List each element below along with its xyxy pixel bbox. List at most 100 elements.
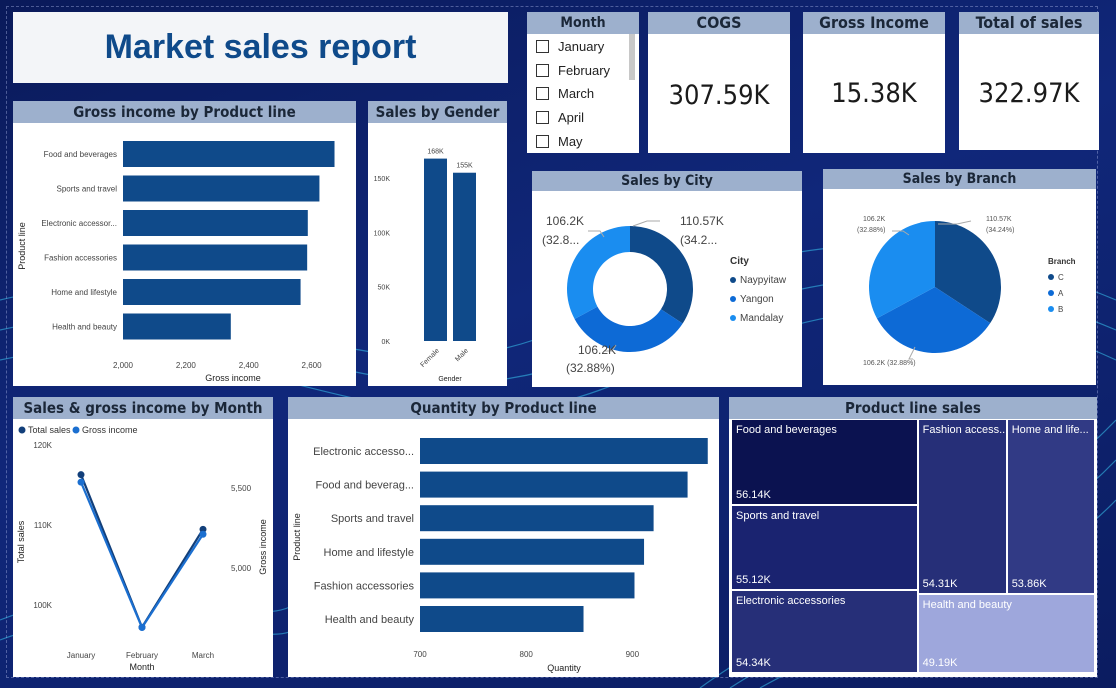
y-axis-label: Product line [17,222,27,270]
data-label: (34.24%) [986,227,1014,234]
data-label: (32.8... [542,233,579,247]
bar[interactable] [123,175,320,202]
series-line[interactable] [79,481,204,630]
month-option-april[interactable]: April [536,107,584,127]
treemap-cell[interactable]: Electronic accessories 54.34K [731,589,918,673]
sales-by-gender-bar-chart: 0K 50K 100K 150K 168K Female 155K Male Gender [374,149,476,383]
category-label: Food and beverag... [316,480,414,492]
legend-marker [730,277,736,283]
y2-axis-label: Gross income [258,519,268,575]
sales-gross-income-line-chart: Total sales Gross income 100K 110K 120K 5,000… [16,425,268,672]
legend-label: B [1058,305,1063,314]
data-label: 106.2K (32.88%) [863,360,916,367]
data-label: 106.2K [546,214,584,228]
sales-by-branch-pie-chart: 110.57K (34.24%) 106.2K (32.88%) 106.2K (32.… [857,216,1076,367]
treemap-category-label: Food and beverages [736,424,837,436]
checkbox-icon[interactable] [536,39,549,53]
data-point[interactable] [77,471,85,479]
y-tick-label: 110K [34,521,53,530]
month-option-label: March [558,85,595,101]
treemap-category-label: Electronic accessories [736,594,846,607]
category-label: Health and beauty [325,614,415,626]
month-slicer-scrollbar[interactable] [629,34,635,80]
bar[interactable] [420,471,688,498]
series-line[interactable] [79,474,204,630]
x-tick-label: 800 [520,650,534,659]
treemap-value-label: 56.14K [736,489,771,502]
month-slicer-title: Month [527,12,639,34]
legend-marker [1048,274,1054,280]
treemap-cell[interactable]: Sports and travel 55.12K [731,505,918,590]
sales-by-city-donut-chart: 110.57K (34.2... 106.2K (32.8... 106.2K (32.8… [542,214,787,375]
checkbox-icon[interactable] [536,86,549,100]
leader-line [632,220,660,227]
treemap-value-label: 54.34K [736,656,771,669]
treemap-cell[interactable]: Health and beauty 49.19K [917,593,1095,673]
bar[interactable] [420,438,708,464]
treemap-cell[interactable]: Fashion access... 54.31K [917,419,1007,594]
treemap-cell[interactable]: Food and beverages 56.14K [731,419,918,506]
y-tick-label: 50K [378,285,391,292]
category-label: Sports and travel [57,185,118,194]
bar[interactable] [453,172,476,341]
bar[interactable] [420,606,584,632]
month-option-january[interactable]: January [536,36,604,56]
kpi-title: Gross Income [803,12,945,34]
kpi-title: COGS [648,12,790,34]
legend-label: Naypyitaw [740,275,787,286]
bar[interactable] [420,572,635,599]
quantity-by-product-panel: Quantity by Product line Electronic acce… [288,397,719,677]
category-label: Male [454,347,470,363]
data-label: (32.88%) [857,227,885,234]
bar[interactable] [123,210,308,236]
month-option-february[interactable]: February [536,60,610,80]
gross-income-by-product-panel: Gross income by Product line Food and be… [13,101,356,386]
category-label: Home and lifestyle [324,547,415,559]
bar[interactable] [420,505,654,532]
x-tick-label: 700 [413,650,427,659]
legend-title: City [730,256,749,267]
treemap-category-label: Fashion access... [922,424,1006,436]
data-point[interactable] [199,530,207,538]
category-label: Health and beauty [52,323,117,332]
treemap-cell[interactable]: Home and life... 53.86K [1006,419,1095,594]
legend-marker [18,426,26,434]
category-label: Female [419,347,441,369]
category-label: Food and beverages [44,150,117,159]
checkbox-icon[interactable] [536,110,549,124]
data-label: 110.57K [986,216,1012,223]
data-point[interactable] [138,623,146,631]
bar[interactable] [424,158,447,341]
month-option-label: January [558,38,605,54]
product-line-treemap: Food and beverages 56.14K Sports and trave… [731,419,1095,673]
y-axis-label: Total sales [16,520,26,563]
month-option-label: May [558,133,583,149]
data-label: 106.2K [863,216,886,223]
legend-label: Gross income [82,425,138,435]
bar[interactable] [420,538,645,565]
month-option-march[interactable]: March [536,83,594,103]
month-slicer: Month January February March April May [527,12,639,153]
treemap-category-label: Sports and travel [736,510,820,523]
data-point[interactable] [77,478,85,486]
quantity-bar-chart: Electronic accesso... Food and beverag...… [292,438,708,673]
data-label: 168K [427,149,444,156]
bar[interactable] [123,141,335,167]
bar[interactable] [123,313,231,340]
checkbox-icon[interactable] [536,63,549,77]
checkbox-icon[interactable] [536,134,549,148]
x-tick-label: March [192,651,214,660]
legend-title: Branch [1048,257,1076,266]
kpi-value: 322.97K [978,78,1080,109]
y-tick-label: 0K [381,339,390,346]
y2-tick-label: 5,000 [231,564,252,573]
month-option-label: February [558,62,611,78]
y-tick-label: 120K [33,441,52,450]
bar[interactable] [123,279,301,305]
bar[interactable] [123,244,308,271]
kpi-card-total-sales: Total of sales 322.97K [959,12,1099,150]
y-tick-label: 100K [33,601,52,610]
month-option-may[interactable]: May [536,131,583,151]
data-label: 155K [456,163,473,170]
treemap-value-label: 54.31K [922,577,958,590]
